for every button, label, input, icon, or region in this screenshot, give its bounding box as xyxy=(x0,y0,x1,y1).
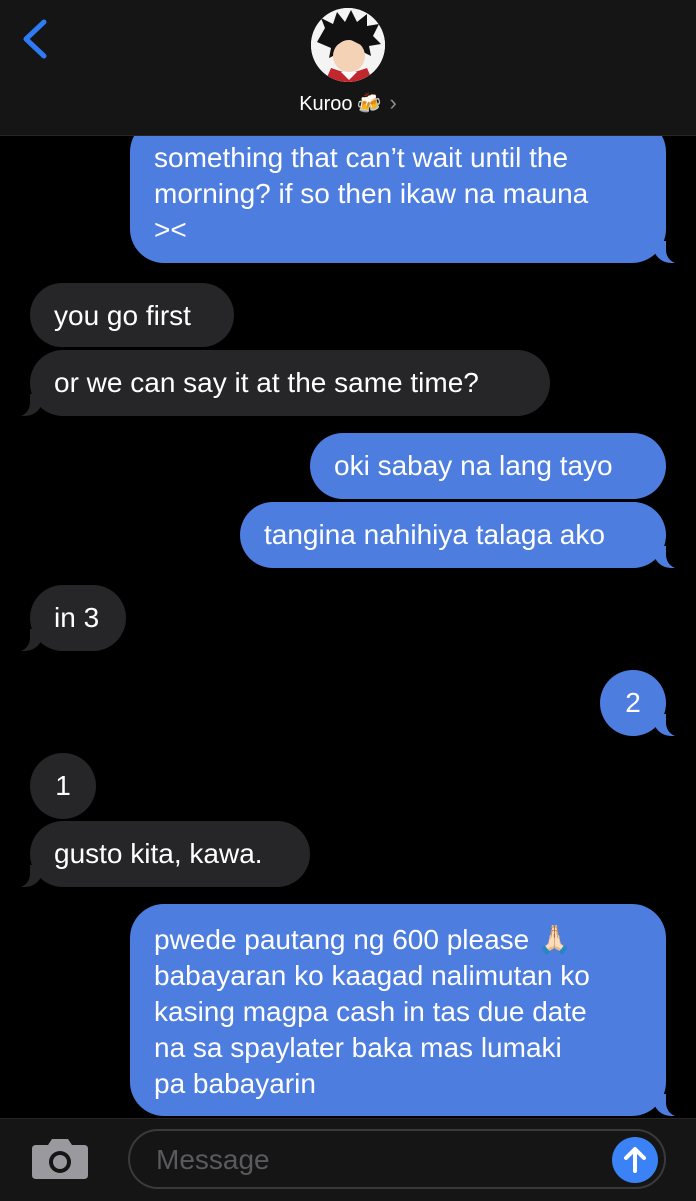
chevron-left-icon[interactable] xyxy=(20,18,50,60)
compose-bar: Message xyxy=(0,1118,696,1201)
message-bubble-received[interactable]: or we can say it at the same time? xyxy=(8,350,550,417)
message-thread[interactable]: something that can’t wait until the morn… xyxy=(0,0,696,1118)
message-bubble-sent[interactable]: oki sabay na lang tayo xyxy=(310,433,666,499)
message-bubble-received[interactable]: in 3 xyxy=(8,585,126,652)
message-input[interactable]: Message xyxy=(128,1129,666,1189)
message-placeholder: Message xyxy=(156,1144,270,1175)
message-bubble-sent[interactable]: 2 xyxy=(600,670,688,737)
camera-icon[interactable] xyxy=(30,1135,90,1181)
contact-name-label: Kuroo xyxy=(299,93,353,115)
send-button[interactable] xyxy=(612,1137,658,1183)
message-bubble-sent[interactable]: tangina nahihiya talaga ako xyxy=(240,502,688,569)
conversation-header: Kuroo 🍻 › xyxy=(0,0,696,136)
avatar[interactable] xyxy=(311,8,385,82)
message-bubble-received[interactable]: 1 xyxy=(30,753,96,819)
message-bubble-received[interactable]: you go first xyxy=(30,283,234,347)
send-arrow-icon xyxy=(624,1147,646,1173)
contact-name[interactable]: Kuroo 🍻 › xyxy=(0,90,696,116)
message-bubble-sent[interactable]: pwede pautang ng 600 please 🙏🏻 babayaran… xyxy=(130,904,688,1117)
chevron-right-icon: › xyxy=(389,90,397,115)
message-bubble-received[interactable]: gusto kita, kawa. xyxy=(8,821,310,888)
message-bubble-sent[interactable]: something that can’t wait until the morn… xyxy=(130,118,688,264)
contact-emoji: 🍻 xyxy=(356,93,382,115)
